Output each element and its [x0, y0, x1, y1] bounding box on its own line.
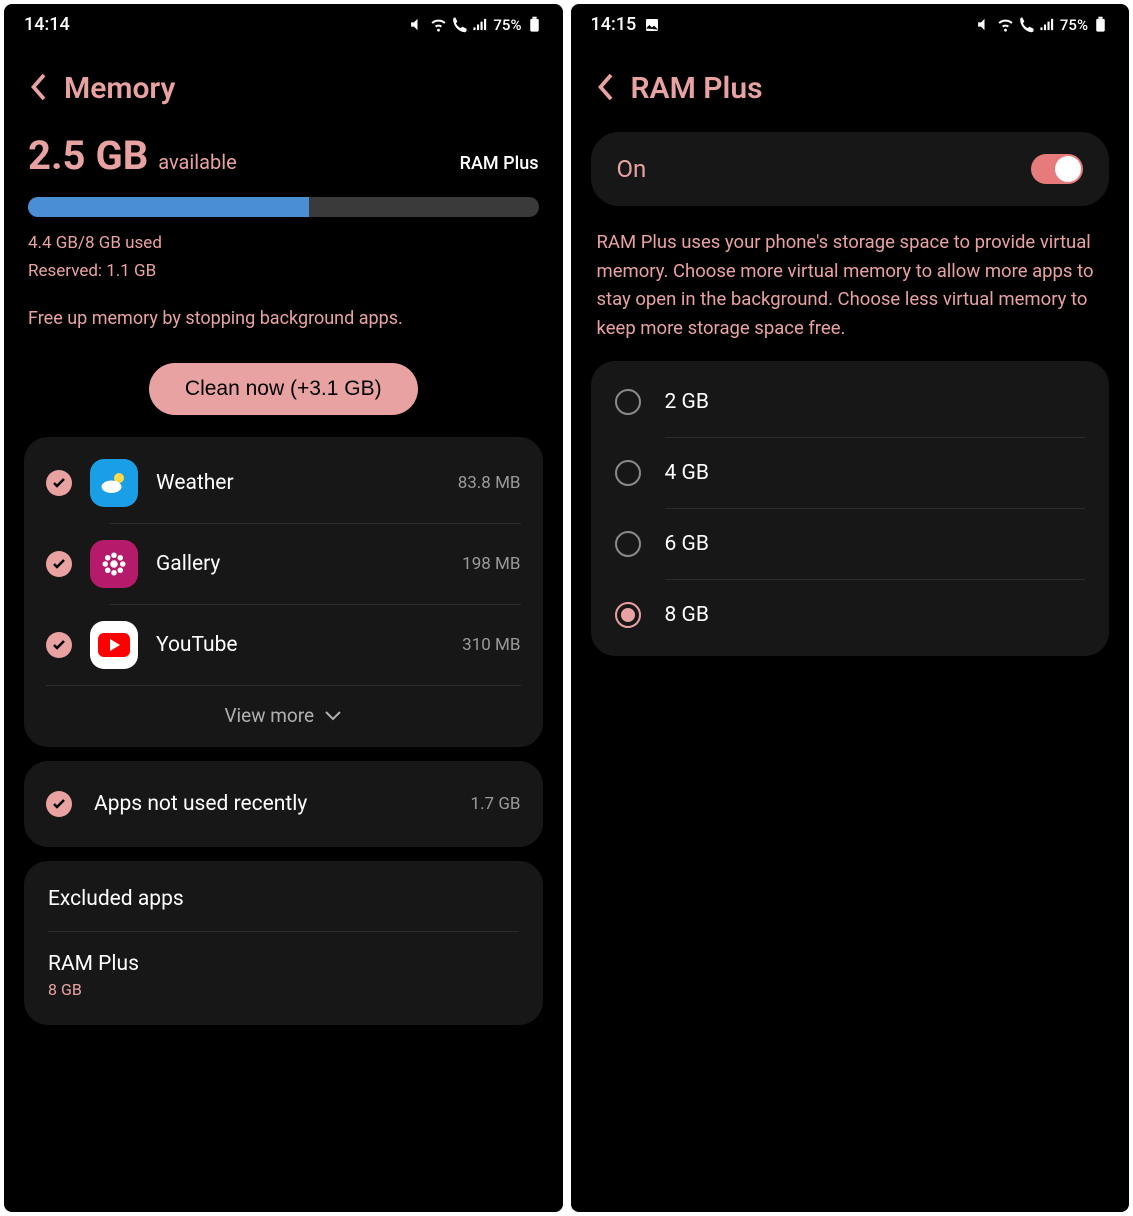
- checkbox-checked-icon[interactable]: [46, 632, 72, 658]
- ramplus-option[interactable]: 6 GB: [591, 509, 1110, 579]
- app-name: Weather: [156, 471, 440, 495]
- app-row[interactable]: Weather 83.8 MB: [24, 443, 543, 523]
- radio-unselected-icon[interactable]: [615, 460, 641, 486]
- recent-title: Apps not used recently: [94, 792, 449, 816]
- ramplus-title: RAM Plus: [48, 952, 519, 976]
- recent-card[interactable]: Apps not used recently 1.7 GB: [24, 761, 543, 847]
- battery-text: 75%: [493, 16, 521, 34]
- status-icons: 75%: [409, 16, 542, 34]
- page-title: Memory: [64, 71, 175, 106]
- ramplus-option[interactable]: 4 GB: [591, 438, 1110, 508]
- memory-bar-fill: [28, 197, 309, 217]
- app-size: 198 MB: [462, 554, 520, 574]
- battery-icon: [526, 16, 543, 33]
- header: Memory: [4, 41, 563, 132]
- page-title: RAM Plus: [631, 71, 763, 106]
- excluded-apps-row[interactable]: Excluded apps: [24, 867, 543, 931]
- chevron-down-icon: [324, 710, 342, 722]
- checkbox-checked-icon[interactable]: [46, 551, 72, 577]
- memory-available-label: available: [158, 150, 236, 174]
- ramplus-options: 2 GB 4 GB 6 GB 8 GB: [591, 361, 1110, 656]
- status-time: 14:15: [591, 14, 637, 35]
- memory-reserved-text: Reserved: 1.1 GB: [28, 259, 539, 285]
- status-bar: 14:15 75%: [571, 4, 1130, 41]
- weather-app-icon: [90, 459, 138, 507]
- app-name: YouTube: [156, 633, 444, 657]
- option-label: 6 GB: [665, 532, 709, 556]
- back-button[interactable]: [595, 72, 615, 106]
- apps-card: Weather 83.8 MB Gallery 198 MB YouTube 310 MB…: [24, 437, 543, 747]
- settings-card: Excluded apps RAM Plus 8 GB: [24, 861, 543, 1025]
- radio-unselected-icon[interactable]: [615, 531, 641, 557]
- ramplus-toggle-card[interactable]: On: [591, 132, 1110, 206]
- app-size: 83.8 MB: [458, 473, 521, 493]
- memory-used-text: 4.4 GB/8 GB used: [28, 231, 539, 257]
- call-icon: [1018, 16, 1035, 33]
- app-row[interactable]: YouTube 310 MB: [24, 605, 543, 685]
- app-row[interactable]: Gallery 198 MB: [24, 524, 543, 604]
- app-size: 310 MB: [462, 635, 520, 655]
- memory-screen: 14:14 75% Memory 2.5 GB available RAM Pl…: [4, 4, 563, 1212]
- checkbox-checked-icon[interactable]: [46, 791, 72, 817]
- option-label: 4 GB: [665, 461, 709, 485]
- status-icons: 75%: [976, 16, 1109, 34]
- status-bar: 14:14 75%: [4, 4, 563, 41]
- ramplus-screen: 14:15 75% RAM Plus On RAM Plus uses your…: [571, 4, 1130, 1212]
- wifi-icon: [430, 16, 447, 33]
- option-label: 8 GB: [665, 603, 709, 627]
- ramplus-row[interactable]: RAM Plus 8 GB: [24, 932, 543, 1019]
- memory-bar: [28, 197, 539, 217]
- memory-hint: Free up memory by stopping background ap…: [28, 308, 539, 329]
- mute-icon: [409, 16, 426, 33]
- call-icon: [451, 16, 468, 33]
- toggle-label: On: [617, 155, 647, 183]
- view-more-label: View more: [224, 704, 314, 727]
- toggle-switch[interactable]: [1031, 154, 1083, 184]
- mute-icon: [976, 16, 993, 33]
- memory-summary: 2.5 GB available RAM Plus 4.4 GB/8 GB us…: [24, 132, 543, 329]
- youtube-app-icon: [90, 621, 138, 669]
- option-label: 2 GB: [665, 390, 709, 414]
- app-name: Gallery: [156, 552, 444, 576]
- gallery-app-icon: [90, 540, 138, 588]
- radio-unselected-icon[interactable]: [615, 389, 641, 415]
- status-time: 14:14: [24, 14, 70, 35]
- wifi-icon: [997, 16, 1014, 33]
- memory-available-amount: 2.5 GB: [28, 132, 148, 179]
- ramplus-description: RAM Plus uses your phone's storage space…: [591, 220, 1110, 347]
- ramplus-option[interactable]: 2 GB: [591, 367, 1110, 437]
- radio-selected-icon[interactable]: [615, 602, 641, 628]
- checkbox-checked-icon[interactable]: [46, 470, 72, 496]
- picture-icon: [644, 17, 660, 33]
- ramplus-option[interactable]: 8 GB: [591, 580, 1110, 650]
- ramplus-value: 8 GB: [48, 980, 519, 999]
- excluded-apps-title: Excluded apps: [48, 887, 519, 911]
- back-button[interactable]: [28, 72, 48, 106]
- switch-knob: [1055, 156, 1081, 182]
- ramplus-link[interactable]: RAM Plus: [460, 153, 539, 174]
- signal-icon: [472, 16, 489, 33]
- battery-text: 75%: [1060, 16, 1088, 34]
- clean-now-button[interactable]: Clean now (+3.1 GB): [149, 363, 418, 415]
- battery-icon: [1092, 16, 1109, 33]
- header: RAM Plus: [571, 41, 1130, 132]
- signal-icon: [1039, 16, 1056, 33]
- recent-size: 1.7 GB: [471, 794, 521, 814]
- view-more-button[interactable]: View more: [46, 685, 521, 741]
